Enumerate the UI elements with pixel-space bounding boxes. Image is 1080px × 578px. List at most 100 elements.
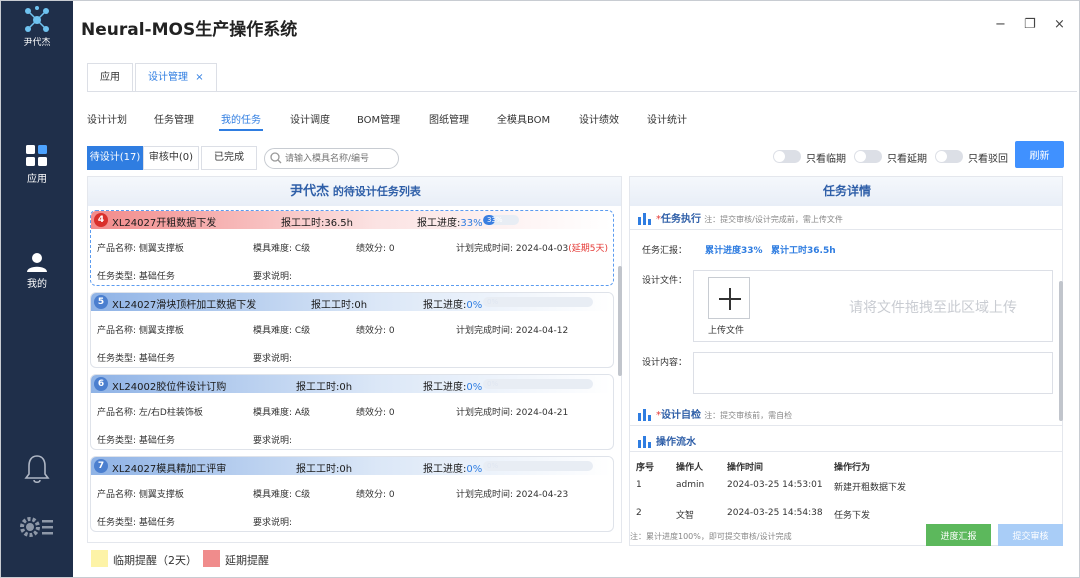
planned-completion: 计划完成时间: 2024-04-21: [456, 405, 568, 418]
app-title: Neural-MOS生产操作系统: [81, 20, 298, 40]
settings-button[interactable]: [1, 514, 73, 540]
settings-icon: [20, 517, 53, 537]
task-hours: 报工工时:0h: [311, 300, 368, 311]
task-title: XL24002胶位件设计订购: [112, 382, 227, 393]
subnav-task-management[interactable]: 任务管理: [154, 111, 194, 126]
user-label: 尹代杰: [23, 38, 51, 48]
mold-difficulty: 模具难度: C级: [253, 490, 311, 500]
app-window: 尹代杰 应用 我的 Neural-MOS生产操作系统 − ❐ × 应用 设计管理…: [0, 0, 1080, 578]
log-cell: admin: [676, 480, 705, 490]
bell-icon: [24, 455, 50, 484]
section-self-check: *设计自检 注：提交审核前，需自检: [638, 406, 792, 421]
task-hours: 报工工时:0h: [296, 464, 353, 475]
toggle-near-due[interactable]: [773, 150, 801, 163]
subnav-design-performance[interactable]: 设计绩效: [579, 111, 619, 126]
upload-button[interactable]: [708, 277, 750, 319]
tab-design-management[interactable]: 设计管理 ×: [135, 63, 217, 92]
subnav-my-tasks[interactable]: 我的任务: [221, 111, 261, 126]
divider: [630, 425, 1062, 426]
progress-label: 报工进度:: [423, 382, 467, 393]
legend-near-due: 临期提醒（2天）: [113, 554, 197, 567]
notifications-button[interactable]: [1, 453, 73, 485]
task-list-panel: 尹代杰 的待设计任务列表 4 XL24027开粗数据下发 报工工时:36.5h 报工进…: [87, 176, 622, 543]
bottom-note: 注：累计进度100%，即可提交审核/设计完成: [630, 532, 792, 541]
log-cell: 新建开粗数据下发: [834, 483, 907, 493]
task-card[interactable]: 4 XL24027开粗数据下发 报工工时:36.5h 报工进度:33% 33% 产品名称:…: [90, 210, 614, 286]
task-type: 任务类型: 基础任务: [97, 354, 175, 364]
progress-label: 报工进度:: [417, 218, 461, 229]
drop-hint: 请将文件拖拽至此区域上传: [849, 300, 1017, 316]
subnav-bom-management[interactable]: BOM管理: [357, 111, 400, 126]
detail-scrollbar[interactable]: [1059, 281, 1063, 421]
task-type: 任务类型: 基础任务: [97, 272, 175, 282]
search-input[interactable]: [264, 148, 399, 169]
task-title: XL24027开粗数据下发: [112, 218, 217, 229]
product-name: 产品名称: 侧翼支撑板: [97, 326, 184, 336]
product-name: 产品名称: 侧翼支撑板: [97, 244, 184, 254]
task-progress-bar: 0%: [483, 379, 593, 389]
planned-completion: 计划完成时间: 2024-04-23: [456, 487, 568, 500]
requirement-note: 要求说明:: [253, 436, 293, 446]
file-drop-zone[interactable]: 上传文件 请将文件拖拽至此区域上传: [693, 270, 1053, 342]
toggle-near-due-label: 只看临期: [806, 154, 846, 165]
submit-review-button[interactable]: 提交审核: [998, 524, 1063, 546]
filter-under-review[interactable]: 审核中(0): [143, 146, 199, 170]
sidebar-item-mine[interactable]: 我的: [1, 251, 73, 290]
user-logo[interactable]: 尹代杰: [15, 5, 59, 55]
filter-completed[interactable]: 已完成: [201, 146, 257, 170]
requirement-note: 要求说明:: [253, 354, 293, 364]
subnav-design-statistics[interactable]: 设计统计: [647, 111, 687, 126]
mold-difficulty: 模具难度: A级: [253, 408, 311, 418]
divider: [630, 229, 1062, 230]
legend-swatch-near-due: [91, 550, 108, 567]
task-card[interactable]: 6 XL24002胶位件设计订购 报工工时:0h 报工进度:0% 0% 产品名称: 左/右…: [90, 374, 614, 450]
close-button[interactable]: ×: [1054, 17, 1065, 32]
filter-pending-design[interactable]: 待设计(17): [87, 146, 143, 170]
subnav-design-plan[interactable]: 设计计划: [87, 111, 127, 126]
progress-bar-text: 0%: [487, 298, 499, 306]
design-file-label: 设计文件：: [642, 276, 688, 286]
person-icon: [27, 253, 47, 272]
cumulative-progress: 累计进度33%: [705, 246, 763, 256]
minimize-button[interactable]: −: [995, 17, 1006, 32]
subnav-design-dispatch[interactable]: 设计调度: [290, 111, 330, 126]
task-number-badge: 4: [94, 213, 108, 227]
task-hours: 报工工时:36.5h: [281, 218, 353, 229]
task-card-header: 5 XL24027滑块顶杆加工数据下发 报工工时:0h 报工进度:0% 0%: [91, 293, 611, 311]
mold-difficulty: 模具难度: C级: [253, 326, 311, 336]
toggle-overdue[interactable]: [854, 150, 882, 163]
subnav-full-mold-bom[interactable]: 全模具BOM: [497, 111, 550, 126]
tab-close-icon[interactable]: ×: [195, 72, 203, 83]
progress-bar-text: 33%: [487, 216, 503, 224]
log-cell: 2: [636, 508, 642, 518]
planned-date: 计划完成时间: 2024-04-23: [456, 490, 569, 500]
bar-chart-icon: [638, 436, 651, 448]
task-card[interactable]: 5 XL24027滑块顶杆加工数据下发 报工工时:0h 报工进度:0% 0% 产品名称: …: [90, 292, 614, 368]
progress-bar-text: 0%: [487, 380, 499, 388]
toggle-overdue-label: 只看延期: [887, 154, 927, 165]
task-hours: 报工工时:0h: [296, 382, 353, 393]
task-progress-label: 报工进度:33%: [417, 214, 483, 229]
title-bar: Neural-MOS生产操作系统 − ❐ ×: [73, 1, 1079, 51]
progress-label: 报工进度:: [423, 464, 467, 475]
performance-score: 绩效分: 0: [356, 408, 395, 418]
restore-button[interactable]: ❐: [1024, 17, 1036, 32]
task-title: XL24027模具精加工评审: [112, 464, 227, 475]
task-progress-bar: 0%: [483, 461, 593, 471]
task-list-scrollbar[interactable]: [618, 266, 622, 376]
task-number-badge: 6: [94, 377, 108, 391]
tab-divider: [87, 91, 1077, 92]
subnav-drawing-management[interactable]: 图纸管理: [429, 111, 469, 126]
task-card[interactable]: 7 XL24027模具精加工评审 报工工时:0h 报工进度:0% 0% 产品名称: 侧翼支…: [90, 456, 614, 532]
progress-report-button[interactable]: 进度汇报: [926, 524, 991, 546]
toggle-rejected[interactable]: [935, 150, 963, 163]
design-content-field[interactable]: [693, 352, 1053, 394]
task-card-header: 7 XL24027模具精加工评审 报工工时:0h 报工进度:0% 0%: [91, 457, 611, 475]
sidebar-item-apps[interactable]: 应用: [1, 144, 73, 185]
task-number-badge: 5: [94, 295, 108, 309]
sidebar-item-label: 我的: [27, 279, 47, 290]
task-type: 任务类型: 基础任务: [97, 518, 175, 528]
progress-value: 33%: [460, 218, 483, 229]
tab-apps[interactable]: 应用: [87, 63, 133, 92]
refresh-button[interactable]: 刷新: [1015, 141, 1064, 168]
